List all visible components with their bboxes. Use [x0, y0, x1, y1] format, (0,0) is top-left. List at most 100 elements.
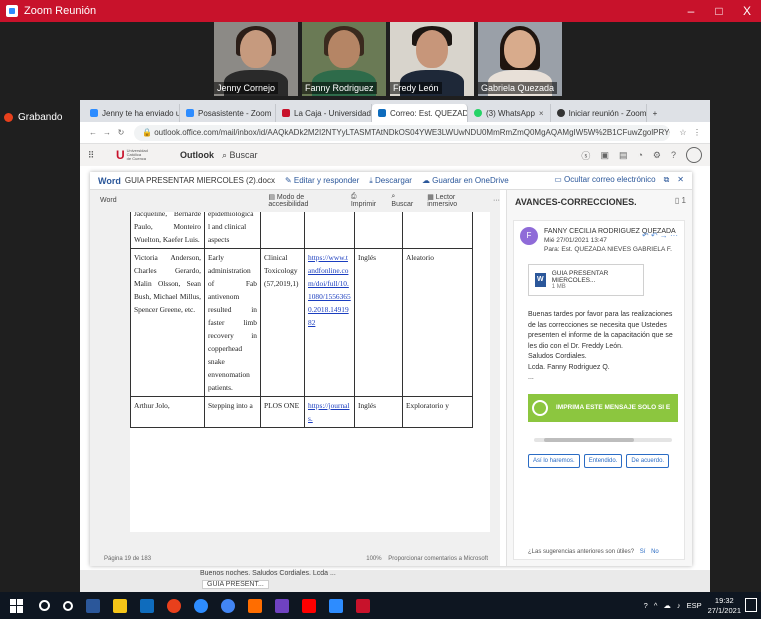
cortana-icon[interactable] — [62, 600, 73, 611]
back-icon[interactable]: ← — [86, 128, 100, 137]
attachment-name: GUIA PRESENTAR MIERCOLES... — [551, 270, 609, 284]
print-button[interactable]: ⎙ Imprimir — [351, 193, 382, 208]
preview-toolbar: Word GUIA PRESENTAR MIERCOLES (2).docx ✎… — [90, 172, 692, 190]
browser-tab-active[interactable]: Correo: Est. QUEZADA× — [372, 104, 468, 122]
clock[interactable]: 19:32 27/1/2021 — [708, 596, 741, 616]
reload-icon[interactable]: ↻ — [114, 128, 128, 137]
document-page: Jacqueline, Bernarde Paulo, Monteiro Wue… — [130, 212, 490, 532]
save-onedrive-button[interactable]: ☁ Guardar en OneDrive — [422, 176, 509, 185]
more-icon[interactable]: ··· — [493, 197, 500, 204]
chevron-up-icon[interactable]: ^ — [654, 601, 658, 610]
browser-tab[interactable]: Jenny te ha enviado un× — [84, 104, 180, 122]
accessibility-button[interactable]: ▤ Modo de accesibilidad — [268, 193, 340, 208]
bell-icon[interactable]: ◔ — [637, 150, 642, 160]
language-indicator[interactable]: ESP — [687, 601, 702, 610]
avatar[interactable] — [686, 147, 702, 163]
word-icon[interactable] — [85, 598, 100, 613]
attachment-size: 1 MB — [551, 284, 566, 290]
browser-tab[interactable]: Iniciar reunión - Zoom× — [551, 104, 647, 122]
header-actions: ⓢ ▣ ▤ ◔ ⚙ ? — [581, 147, 702, 163]
recording-indicator: Grabando — [4, 112, 62, 123]
app-icon[interactable] — [166, 598, 181, 613]
app-icon[interactable] — [247, 598, 262, 613]
recording-label: Grabando — [18, 112, 63, 123]
participant-video[interactable]: Fanny Rodriguez — [302, 22, 386, 96]
windows-start-icon[interactable] — [10, 598, 24, 613]
popout-icon[interactable]: ⧉ — [664, 175, 670, 185]
attachment-chip[interactable]: GUIA PRESENT... — [202, 580, 269, 589]
reading-pane: AVANCES-CORRECCIONES. ▯ 1 F FANNY CECILI… — [506, 190, 692, 566]
maximize-button[interactable]: □ — [705, 0, 733, 22]
download-button[interactable]: ⤓ Descargar — [369, 176, 412, 186]
teams-icon[interactable]: ▣ — [600, 150, 609, 161]
browser-window: Jenny te ha enviado un× Posasistente - Z… — [80, 100, 710, 592]
quick-reply-button[interactable]: Así lo haremos. — [528, 453, 580, 468]
help-icon[interactable]: ? — [671, 150, 676, 160]
chrome-icon[interactable] — [220, 598, 235, 613]
outlook-icon[interactable] — [139, 598, 154, 613]
calendar-icon[interactable]: ▤ — [619, 150, 628, 161]
zoom-window-title: Zoom Reunión — [24, 5, 97, 17]
immersive-reader-button[interactable]: ▦ Lector inmersivo — [427, 193, 483, 208]
email-body: Buenas tardes por favor para las realiza… — [528, 311, 673, 381]
app-icon[interactable] — [193, 598, 208, 613]
yes-link[interactable]: Sí — [640, 549, 646, 555]
gear-icon[interactable]: ⚙ — [653, 150, 661, 161]
horizontal-scrollbar[interactable] — [534, 437, 672, 442]
hide-email-button[interactable]: ▭ Ocultar correo electrónico — [554, 175, 655, 185]
browser-tab[interactable]: (3) WhatsApp × — [468, 104, 551, 122]
url-input[interactable]: 🔒 outlook.office.com/mail/inbox/id/AAQkA… — [134, 124, 670, 141]
search-button[interactable]: ⌕ Buscar — [391, 193, 417, 208]
doc-app-label: Word — [100, 196, 117, 204]
feedback-link[interactable]: Proporcionar comentarios a Microsoft — [388, 556, 488, 562]
close-button[interactable]: X — [733, 0, 761, 22]
outlook-app-name[interactable]: Outlook — [180, 150, 214, 160]
windows-taskbar: ? ^ ☁ ♪ ESP 19:32 27/1/2021 — [0, 592, 761, 619]
browser-tab[interactable]: La Caja - Universidad C× — [276, 104, 372, 122]
volume-icon[interactable]: ♪ — [677, 601, 681, 610]
sender-avatar: F — [520, 227, 538, 245]
address-bar: ← → ↻ 🔒 outlook.office.com/mail/inbox/id… — [80, 122, 710, 144]
app-launcher-icon[interactable]: ⠿ — [80, 150, 102, 161]
search-icon[interactable] — [38, 600, 50, 611]
browser-tab[interactable]: Posasistente - Zoom× — [180, 104, 276, 122]
url-text: outlook.office.com/mail/inbox/id/AAQkADk… — [154, 128, 670, 137]
no-link[interactable]: No — [651, 549, 659, 555]
zoom-logo-icon — [6, 5, 18, 17]
new-tab-button[interactable]: + — [647, 104, 664, 122]
sender-block: F FANNY CECILIA RODRIGUEZ QUEZADA Mié 27… — [514, 221, 684, 260]
document-viewer: Word ▤ Modo de accesibilidad ⎙ Imprimir … — [90, 190, 500, 566]
record-dot-icon — [4, 113, 13, 122]
menu-icon[interactable]: ⋮ — [690, 128, 704, 137]
attachment-preview: Word GUIA PRESENTAR MIERCOLES (2).docx ✎… — [90, 172, 692, 566]
help-tray-icon[interactable]: ? — [644, 601, 648, 610]
quick-reply-button[interactable]: De acuerdo. — [626, 453, 670, 468]
outlook-background-list: Buenos noches. Saludos Cordiales. Lcda .… — [80, 570, 710, 592]
forward-icon[interactable]: → — [100, 128, 114, 137]
file-name: GUIA PRESENTAR MIERCOLES (2).docx — [124, 176, 275, 185]
quick-replies: Así lo haremos. Entendido. De acuerdo. — [528, 453, 684, 468]
skype-icon[interactable]: ⓢ — [581, 149, 590, 162]
edit-reply-button[interactable]: ✎ Editar y responder — [285, 176, 359, 185]
participant-video[interactable]: Jenny Cornejo — [214, 22, 298, 96]
reply-actions[interactable]: ↶ ↶ → ··· — [642, 231, 678, 240]
search-input[interactable]: ⌕ Buscar — [222, 150, 258, 161]
file-explorer-icon[interactable] — [112, 598, 127, 613]
star-icon[interactable]: ☆ — [676, 128, 690, 137]
participant-video[interactable]: Gabriela Quezada — [478, 22, 562, 96]
attachment-card[interactable]: W GUIA PRESENTAR MIERCOLES... 1 MB — [528, 264, 644, 296]
outlook-header: ⠿ U Universidad Católica de Cuenca Outlook … — [80, 144, 710, 166]
quick-reply-button[interactable]: Entendido. — [583, 453, 623, 468]
zoom-level[interactable]: 100% — [366, 556, 381, 562]
email-recipient: Para: Est. QUEZADA NIEVES GABRIELA F. — [544, 246, 672, 253]
doc-toolbar: Word ▤ Modo de accesibilidad ⎙ Imprimir … — [90, 190, 500, 210]
close-preview-icon[interactable]: ✕ — [677, 175, 684, 185]
network-icon[interactable]: ☁ — [663, 601, 671, 610]
app-icon[interactable] — [274, 598, 289, 613]
minimize-button[interactable]: – — [677, 0, 705, 22]
notification-icon[interactable] — [745, 598, 757, 612]
zoom-taskbar-icon[interactable] — [328, 598, 343, 613]
participant-video[interactable]: Fredy León — [390, 22, 474, 96]
app-icon[interactable] — [355, 598, 370, 613]
app-icon[interactable] — [301, 598, 316, 613]
